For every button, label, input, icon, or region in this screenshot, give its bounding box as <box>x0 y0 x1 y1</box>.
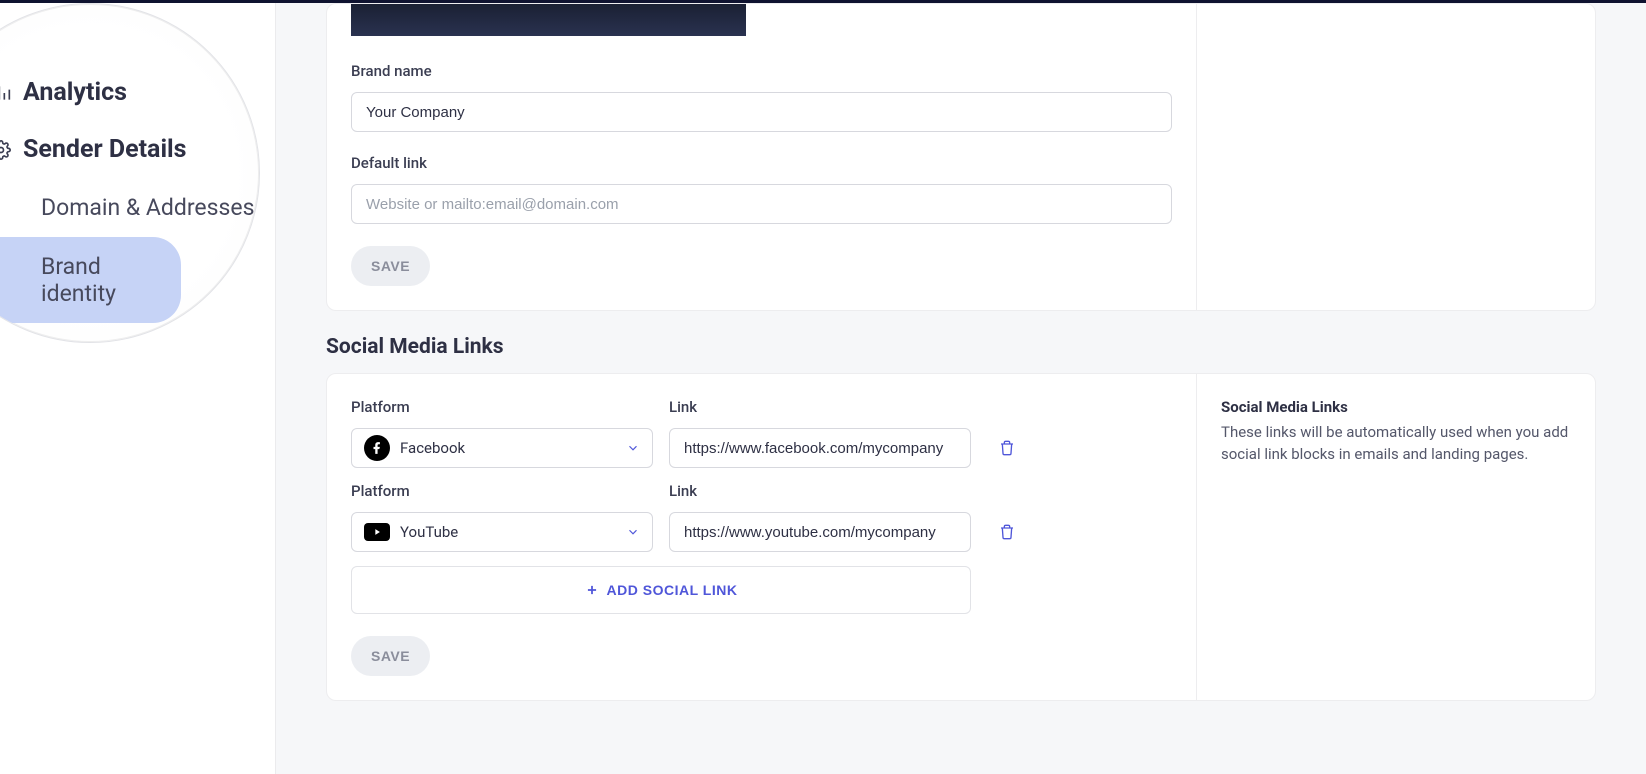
brand-name-input[interactable] <box>351 92 1172 132</box>
save-label: SAVE <box>371 648 410 664</box>
main-content: Brand name Default link SAVE Social Medi… <box>276 3 1646 774</box>
social-card: Platform Facebook Link <box>326 373 1596 701</box>
platform-select-youtube[interactable]: YouTube <box>351 512 653 552</box>
sender-details-label: Sender Details <box>23 135 187 164</box>
brand-identity-label: Brand identity <box>41 253 116 307</box>
chevron-down-icon <box>626 525 640 539</box>
link-label: Link <box>669 398 971 416</box>
brand-save-button[interactable]: SAVE <box>351 246 430 286</box>
platform-value: YouTube <box>400 523 458 541</box>
link-label: Link <box>669 482 971 500</box>
analytics-icon <box>0 83 11 103</box>
brand-name-label: Brand name <box>351 62 1172 80</box>
platform-value: Facebook <box>400 439 465 457</box>
sidebar: Go To My Account Campaigns Analytics Sen… <box>0 3 276 774</box>
social-row: Platform YouTube Link <box>351 482 1172 552</box>
default-link-input[interactable] <box>351 184 1172 224</box>
social-link-input[interactable] <box>669 512 971 552</box>
trash-icon[interactable] <box>999 439 1015 457</box>
social-side-title: Social Media Links <box>1221 398 1571 416</box>
add-social-label: ADD SOCIAL LINK <box>607 582 738 598</box>
analytics-label: Analytics <box>23 78 127 107</box>
chevron-down-icon <box>626 441 640 455</box>
social-card-side: Social Media Links These links will be a… <box>1197 374 1595 700</box>
social-side-desc: These links will be automatically used w… <box>1221 422 1571 466</box>
save-label: SAVE <box>371 258 410 274</box>
brand-image-preview <box>351 4 746 36</box>
sidebar-item-analytics[interactable]: Analytics <box>0 64 260 121</box>
platform-label: Platform <box>351 482 653 500</box>
plus-icon <box>585 583 599 597</box>
social-section-title: Social Media Links <box>326 335 1596 359</box>
platform-label: Platform <box>351 398 653 416</box>
default-link-label: Default link <box>351 154 1172 172</box>
brand-card-side <box>1197 4 1595 310</box>
social-row: Platform Facebook Link <box>351 398 1172 468</box>
youtube-icon <box>364 523 390 541</box>
social-link-input[interactable] <box>669 428 971 468</box>
add-social-link-button[interactable]: ADD SOCIAL LINK <box>351 566 971 614</box>
sidebar-item-sender-details[interactable]: Sender Details <box>0 121 260 178</box>
trash-icon[interactable] <box>999 523 1015 541</box>
facebook-icon <box>364 435 390 461</box>
brand-card: Brand name Default link SAVE <box>326 3 1596 311</box>
platform-select-facebook[interactable]: Facebook <box>351 428 653 468</box>
social-save-button[interactable]: SAVE <box>351 636 430 676</box>
sidebar-sub-brand-identity[interactable]: Brand identity <box>0 237 181 323</box>
sidebar-sub-domain[interactable]: Domain & Addresses <box>0 178 260 237</box>
domain-addresses-label: Domain & Addresses <box>41 194 254 221</box>
gear-icon <box>0 140 11 160</box>
